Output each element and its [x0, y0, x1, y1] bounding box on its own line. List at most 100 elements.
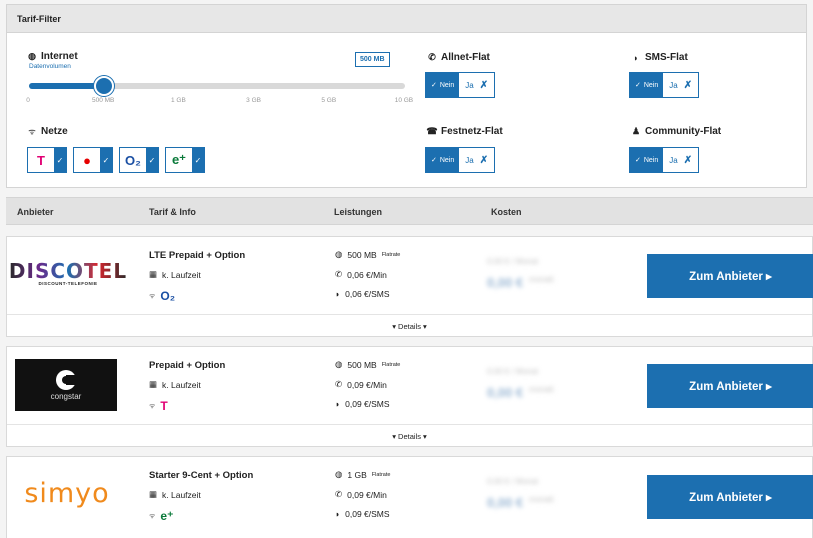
- o2-logo-icon: O₂: [160, 289, 176, 303]
- data-volume: ◍ 500 MB Flatrate: [335, 359, 401, 370]
- network-checkbox-eplus[interactable]: e⁺ ✓: [165, 147, 205, 173]
- close-icon[interactable]: ✗: [480, 148, 494, 172]
- network-info: ᯤ e⁺: [149, 509, 173, 523]
- antenna-icon: ᯤ: [149, 512, 156, 520]
- close-icon[interactable]: ✗: [480, 73, 494, 97]
- sms-toggle[interactable]: ✓ Nein Ja ✗: [629, 72, 700, 98]
- provider-logo-discotel[interactable]: DISCOTEL DISCOUNT-TELEFONIE: [9, 257, 126, 289]
- chat-bubble-icon: ◗: [633, 52, 639, 63]
- tariff-row: simyo Starter 9-Cent + Option ▦ k. Laufz…: [6, 456, 813, 538]
- nein-option[interactable]: ✓ Nein: [630, 148, 664, 172]
- congstar-c-icon: [56, 369, 78, 390]
- network-info: ᯤ T: [149, 399, 168, 413]
- ja-option[interactable]: Ja: [459, 73, 479, 97]
- cost-label-blurred: 0,00 € / Monat: [487, 367, 539, 376]
- telekom-logo-icon: T: [160, 399, 168, 413]
- volume-slider-track[interactable]: [29, 83, 405, 89]
- tarif-filter-panel: Tarif-Filter ◍ Internet Datenvolumen 500…: [6, 4, 807, 188]
- close-icon[interactable]: ✗: [684, 148, 698, 172]
- cost-value-blurred: 0,00 € monatl.: [487, 275, 556, 290]
- provider-logo-congstar[interactable]: congstar: [15, 359, 117, 411]
- details-toggle[interactable]: ▾ Details ▾: [7, 314, 812, 337]
- tick-label: 5 GB: [321, 97, 337, 104]
- cost-label-blurred: 0,00 € / Monat: [487, 477, 539, 486]
- vodafone-logo-icon: ●: [83, 152, 91, 168]
- results-table-header: Anbieter Tarif & Info Leistungen Kosten: [6, 197, 813, 225]
- calendar-icon: ▦: [149, 379, 158, 389]
- antenna-icon: ᯤ: [28, 127, 36, 136]
- ja-option[interactable]: Ja: [663, 73, 683, 97]
- internet-filter: ◍ Internet Datenvolumen: [27, 51, 78, 70]
- chat-bubble-icon: ◗: [335, 399, 341, 409]
- tarif-name: LTE Prepaid + Option: [149, 250, 246, 261]
- tariff-row: congstar Prepaid + Option ▦ k. Laufzeit …: [6, 346, 813, 447]
- tick-label: 0: [26, 97, 30, 104]
- checkmark-icon: ✓: [192, 148, 204, 172]
- telekom-logo-icon: T: [37, 152, 45, 168]
- minute-price: ✆ 0,09 €/Min: [335, 379, 387, 390]
- header-leistungen: Leistungen: [334, 207, 383, 217]
- allnet-toggle[interactable]: ✓ Nein Ja ✗: [425, 72, 496, 98]
- antenna-icon: ᯤ: [149, 402, 156, 410]
- festnetz-toggle[interactable]: ✓ Nein Ja ✗: [425, 147, 496, 173]
- phone-icon: ✆: [335, 379, 343, 389]
- zum-anbieter-button[interactable]: Zum Anbieter ▸: [647, 475, 813, 519]
- globe-icon: ◍: [335, 249, 343, 259]
- sms-price: ◗ 0,09 €/SMS: [335, 399, 390, 409]
- community-filter-label: ♟ Community-Flat: [631, 126, 722, 137]
- sms-filter-label: ◗ SMS-Flat: [631, 52, 688, 63]
- laufzeit-info: ▦ k. Laufzeit: [149, 269, 201, 280]
- zum-anbieter-button[interactable]: Zum Anbieter ▸: [647, 364, 813, 408]
- checkmark-icon: ✓: [431, 157, 437, 164]
- checkmark-icon: ✓: [431, 82, 437, 89]
- network-checkbox-o2[interactable]: O₂ ✓: [119, 147, 159, 173]
- o2-logo-icon: O₂: [125, 152, 141, 168]
- datenvolumen-link[interactable]: Datenvolumen: [29, 63, 78, 70]
- tick-label: 1 GB: [170, 97, 186, 104]
- tarif-name: Starter 9-Cent + Option: [149, 470, 254, 481]
- nein-option[interactable]: ✓ Nein: [426, 73, 460, 97]
- landline-phone-icon: ☎: [426, 126, 438, 136]
- globe-icon: ◍: [335, 359, 343, 369]
- header-tarif-info: Tarif & Info: [149, 207, 196, 217]
- network-checkboxes: T ✓ ● ✓ O₂ ✓ e⁺ ✓: [27, 147, 205, 173]
- provider-logo-simyo[interactable]: simyo: [15, 473, 119, 513]
- globe-icon: ◍: [28, 51, 36, 61]
- cost-value-blurred: 0,00 € monatl.: [487, 495, 556, 510]
- community-toggle[interactable]: ✓ Nein Ja ✗: [629, 147, 700, 173]
- minute-price: ✆ 0,09 €/Min: [335, 489, 387, 500]
- close-icon[interactable]: ✗: [684, 73, 698, 97]
- network-checkbox-telekom[interactable]: T ✓: [27, 147, 67, 173]
- ja-option[interactable]: Ja: [459, 148, 479, 172]
- data-volume: ◍ 500 MB Flatrate: [335, 249, 401, 260]
- cost-value-blurred: 0,00 € monatl.: [487, 385, 556, 400]
- tick-label: 10 GB: [394, 97, 414, 104]
- chat-bubble-icon: ◗: [335, 509, 341, 519]
- network-checkbox-vodafone[interactable]: ● ✓: [73, 147, 113, 173]
- header-anbieter: Anbieter: [17, 207, 54, 217]
- ja-option[interactable]: Ja: [663, 148, 683, 172]
- tarif-name: Prepaid + Option: [149, 360, 226, 371]
- cost-label-blurred: 0,00 € / Monat: [487, 257, 539, 266]
- tick-label: 3 GB: [246, 97, 261, 104]
- zum-anbieter-button[interactable]: Zum Anbieter ▸: [647, 254, 813, 298]
- calendar-icon: ▦: [149, 269, 158, 279]
- internet-label: Internet: [41, 51, 78, 62]
- eplus-logo-icon: e⁺: [160, 509, 174, 523]
- nein-option[interactable]: ✓ Nein: [426, 148, 460, 172]
- network-info: ᯤ O₂: [149, 289, 175, 303]
- minute-price: ✆ 0,06 €/Min: [335, 269, 387, 280]
- volume-tick-marks: 0 500 MB 1 GB 3 GB 5 GB 10 GB: [13, 97, 419, 104]
- volume-slider-handle[interactable]: [94, 76, 115, 96]
- checkmark-icon: ✓: [100, 148, 112, 172]
- data-volume: ◍ 1 GB Flatrate: [335, 469, 391, 480]
- tick-label: 500 MB: [91, 97, 115, 104]
- festnetz-filter-label: ☎ Festnetz-Flat: [426, 126, 503, 137]
- filter-header: Tarif-Filter: [7, 5, 806, 33]
- antenna-icon: ᯤ: [149, 292, 156, 300]
- sms-price: ◗ 0,06 €/SMS: [335, 289, 390, 299]
- details-toggle[interactable]: ▾ Details ▾: [7, 424, 812, 447]
- nein-option[interactable]: ✓ Nein: [630, 73, 664, 97]
- people-icon: ♟: [631, 126, 641, 136]
- sms-price: ◗ 0,09 €/SMS: [335, 509, 390, 519]
